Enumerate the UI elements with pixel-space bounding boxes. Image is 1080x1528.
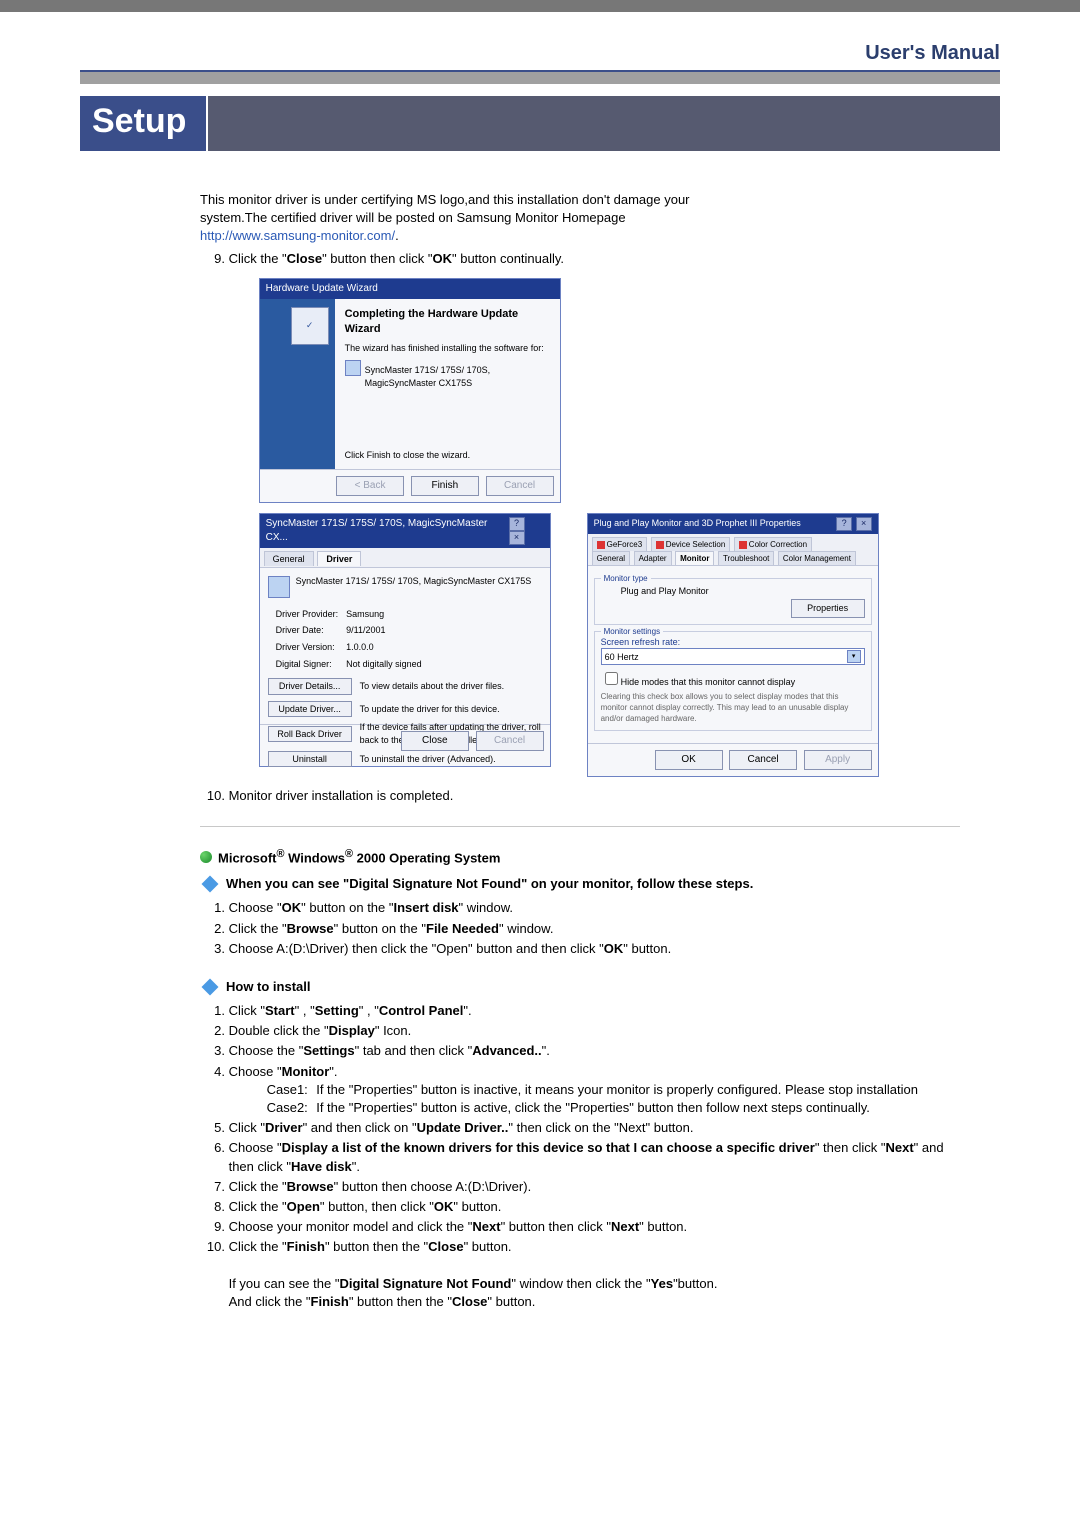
driver-props-title: SyncMaster 171S/ 175S/ 170S, MagicSyncMa… <box>266 517 508 545</box>
wizard-back-button: < Back <box>336 476 404 496</box>
wizard-cancel-button: Cancel <box>486 476 554 496</box>
rollback-driver-button[interactable]: Roll Back Driver <box>268 726 352 743</box>
help-icon[interactable]: ? <box>509 517 525 531</box>
tab-driver[interactable]: Driver <box>317 551 361 567</box>
pnp-title: Plug and Play Monitor and 3D Prophet III… <box>594 517 801 530</box>
pnp-device: Plug and Play Monitor <box>621 585 865 598</box>
monitor-icon <box>345 360 361 376</box>
tab-general2[interactable]: General <box>592 551 630 565</box>
setup-side-fill <box>208 96 1000 151</box>
driver-props-titlebar: SyncMaster 171S/ 175S/ 170S, MagicSyncMa… <box>260 514 550 548</box>
driver-close-button[interactable]: Close <box>401 731 469 751</box>
pnp-ok-button[interactable]: OK <box>655 750 723 770</box>
dsig-steps: Choose "OK" button on the "Insert disk" … <box>200 899 960 958</box>
case1: Case1: If the "Properties" button is ina… <box>267 1081 960 1099</box>
wizard-titlebar: Hardware Update Wizard <box>260 279 560 299</box>
pnp-apply-button: Apply <box>804 750 872 770</box>
wizard-title: Hardware Update Wizard <box>266 282 378 296</box>
install-step-1: Click "Start" , "Setting" , "Control Pan… <box>229 1002 960 1020</box>
tab-color-mgmt[interactable]: Color Management <box>778 551 856 565</box>
monitor-icon <box>601 583 617 599</box>
dsig-step-1: Choose "OK" button on the "Insert disk" … <box>229 899 960 917</box>
gear-icon <box>200 980 220 994</box>
wizard-hint: Click Finish to close the wizard. <box>345 449 550 462</box>
bullet-icon <box>200 851 212 863</box>
how-to-install-heading: How to install <box>200 978 960 996</box>
pnp-properties-shot: Plug and Play Monitor and 3D Prophet III… <box>587 513 879 778</box>
tab-color-correction[interactable]: Color Correction <box>734 537 812 551</box>
hardware-update-wizard-shot: Hardware Update Wizard ✓ Completing the … <box>259 278 561 503</box>
setup-banner: Setup <box>80 96 1000 151</box>
install-step-10: Click the "Finish" button then the "Clos… <box>229 1238 960 1311</box>
top-gray-bar <box>0 0 1080 12</box>
install-step-9: Choose your monitor model and click the … <box>229 1218 960 1236</box>
monitor-settings-fieldset: Monitor settings Screen refresh rate: 60… <box>594 631 872 732</box>
step-9: Click the "Close" button then click "OK"… <box>229 250 960 778</box>
os-2000-heading: Microsoft® Windows® 2000 Operating Syste… <box>200 847 960 868</box>
update-driver-button[interactable]: Update Driver... <box>268 701 352 718</box>
wizard-side-graphic: ✓ <box>260 299 335 469</box>
step-10: Monitor driver installation is completed… <box>229 787 960 805</box>
wizard-icon: ✓ <box>291 307 329 345</box>
wizard-device: SyncMaster 171S/ 175S/ 170S, MagicSyncMa… <box>365 364 550 389</box>
driver-details-button[interactable]: Driver Details... <box>268 678 352 695</box>
tab-troubleshoot[interactable]: Troubleshoot <box>718 551 774 565</box>
close-icon[interactable]: × <box>509 531 525 545</box>
intro-line2: system.The certified driver will be post… <box>200 210 626 225</box>
step9-list: Click the "Close" button then click "OK"… <box>200 250 960 806</box>
hide-modes-checkbox[interactable] <box>605 672 618 685</box>
install-step-3: Choose the "Settings" tab and then click… <box>229 1042 960 1060</box>
install-step-5: Click "Driver" and then click on "Update… <box>229 1119 960 1137</box>
header-gray-bar <box>80 72 1000 84</box>
refresh-dropdown[interactable]: 60 Hertz ▾ <box>601 648 865 665</box>
step9-shots: Hardware Update Wizard ✓ Completing the … <box>259 278 960 778</box>
wizard-heading: Completing the Hardware Update Wizard <box>345 307 550 338</box>
refresh-label: Screen refresh rate: <box>601 636 865 649</box>
install-steps: Click "Start" , "Setting" , "Control Pan… <box>200 1002 960 1311</box>
pnp-titlebar: Plug and Play Monitor and 3D Prophet III… <box>588 514 878 534</box>
setup-title: Setup <box>80 96 206 151</box>
install-step-4: Choose "Monitor". Case1: If the "Propert… <box>229 1063 960 1118</box>
tab-general[interactable]: General <box>264 551 314 567</box>
samsung-link[interactable]: http://www.samsung-monitor.com/ <box>200 228 395 243</box>
dsig-step-3: Choose A:(D:\Driver) then click the "Ope… <box>229 940 960 958</box>
driver-device: SyncMaster 171S/ 175S/ 170S, MagicSyncMa… <box>296 576 532 588</box>
hide-modes-hint: Clearing this check box allows you to se… <box>601 691 865 725</box>
header-area: User's Manual <box>0 12 1080 67</box>
intro-text: This monitor driver is under certifying … <box>200 191 960 246</box>
intro-line1: This monitor driver is under certifying … <box>200 192 690 207</box>
case2: Case2: If the "Properties" button is act… <box>267 1099 960 1117</box>
monitor-type-fieldset: Monitor type Plug and Play Monitor Prope… <box>594 578 872 625</box>
window-buttons: ? × <box>508 517 544 545</box>
uninstall-button[interactable]: Uninstall <box>268 751 352 768</box>
dsig-step-2: Click the "Browse" button on the "File N… <box>229 920 960 938</box>
chevron-down-icon[interactable]: ▾ <box>847 650 861 663</box>
window-buttons: ? × <box>835 517 872 531</box>
close-icon[interactable]: × <box>856 517 872 531</box>
tab-monitor[interactable]: Monitor <box>675 551 714 565</box>
wizard-finish-button[interactable]: Finish <box>411 476 479 496</box>
gear-icon <box>200 877 220 891</box>
users-manual-label: User's Manual <box>865 42 1000 64</box>
driver-properties-shot: SyncMaster 171S/ 175S/ 170S, MagicSyncMa… <box>259 513 551 768</box>
digital-signature-heading: When you can see "Digital Signature Not … <box>200 875 960 893</box>
content: This monitor driver is under certifying … <box>200 191 960 1311</box>
pnp-cancel-button[interactable]: Cancel <box>729 750 797 770</box>
driver-cancel-button: Cancel <box>476 731 544 751</box>
tab-adapter[interactable]: Adapter <box>634 551 672 565</box>
wizard-sub: The wizard has finished installing the s… <box>345 342 550 355</box>
section-divider <box>200 826 960 827</box>
help-icon[interactable]: ? <box>836 517 852 531</box>
install-step-8: Click the "Open" button, then click "OK"… <box>229 1198 960 1216</box>
pnp-properties-button[interactable]: Properties <box>791 599 865 618</box>
monitor-icon <box>268 576 290 598</box>
install-step-7: Click the "Browse" button then choose A:… <box>229 1178 960 1196</box>
install-step-6: Choose "Display a list of the known driv… <box>229 1139 960 1175</box>
driver-info-table: Driver Provider:Samsung Driver Date:9/11… <box>274 606 430 674</box>
install-step-2: Double click the "Display" Icon. <box>229 1022 960 1040</box>
tab-geforce3[interactable]: GeForce3 <box>592 537 648 551</box>
tab-device-selection[interactable]: Device Selection <box>651 537 731 551</box>
